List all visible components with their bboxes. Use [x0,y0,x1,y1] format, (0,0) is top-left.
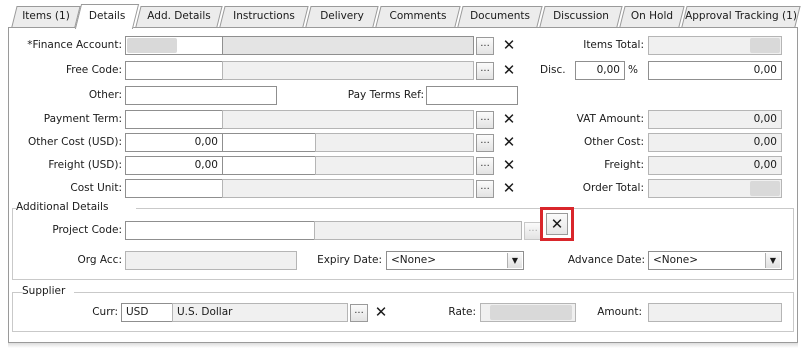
other-field[interactable] [125,86,277,105]
currency-code-field[interactable]: USD [121,303,173,322]
other-cost-clear-icon[interactable]: ✕ [500,133,518,151]
freight-description-field [315,156,474,175]
payment-term-label: Payment Term: [43,113,122,125]
other-cost-total-field: 0,00 [648,133,782,152]
tab-delivery[interactable]: Delivery [305,6,379,27]
cost-unit-field[interactable] [125,179,223,198]
org-acc-label: Org Acc: [77,254,122,266]
cost-unit-clear-icon[interactable]: ✕ [500,179,518,197]
amount-label: Amount: [597,306,642,318]
freight-usd-label: Freight (USD): [48,159,122,171]
tab-comments[interactable]: Comments [375,6,461,27]
finance-account-lookup-button[interactable]: ... [476,37,494,55]
project-code-label: Project Code: [52,224,122,236]
disc-percent-field[interactable]: 0,00 [575,61,625,80]
other-cost-description-field [315,133,474,152]
pay-terms-ref-label: Pay Terms Ref: [347,89,424,101]
pay-terms-ref-field[interactable] [426,86,518,105]
tab-add-details[interactable]: Add. Details [135,6,223,27]
cost-unit-lookup-button[interactable]: ... [476,180,494,198]
disc-amount-field[interactable]: 0,00 [648,61,782,80]
free-code-label: Free Code: [65,64,122,76]
vat-amount-field: 0,00 [648,110,782,129]
rate-redacted [490,305,572,320]
tab-documents[interactable]: Documents [457,6,543,27]
expiry-date-dropdown[interactable]: <None> ▼ [386,251,524,270]
advance-date-value: <None> [653,254,698,266]
free-code-field[interactable] [125,61,223,80]
tab-on-hold[interactable]: On Hold [619,6,685,27]
free-code-lookup-button[interactable]: ... [476,62,494,80]
chevron-down-icon[interactable]: ▼ [765,253,780,268]
payment-term-description-field [222,110,474,129]
project-code-field[interactable] [125,221,315,240]
items-total-redacted [750,38,780,53]
payment-term-clear-icon[interactable]: ✕ [500,110,518,128]
percent-sign: % [628,64,638,76]
other-cost-usd-label: Other Cost (USD): [28,136,122,148]
freight-total-label: Freight: [604,159,644,171]
free-code-description-field [222,61,474,80]
amount-field [648,303,782,322]
expiry-date-label: Expiry Date: [317,254,382,266]
project-code-description-field [314,221,522,240]
tab-approval-tracking[interactable]: Approval Tracking (1) [681,6,801,27]
project-code-clear-highlight[interactable]: ✕ [540,207,574,241]
finance-account-clear-icon[interactable]: ✕ [500,36,518,54]
freight-code-field[interactable] [222,156,316,175]
curr-label: Curr: [92,306,118,318]
advance-date-label: Advance Date: [567,254,645,266]
order-total-label: Order Total: [582,182,644,194]
other-label: Other: [88,89,122,101]
payment-term-lookup-button[interactable]: ... [476,111,494,129]
finance-account-code-redacted [127,38,177,53]
tab-instructions[interactable]: Instructions [219,6,309,27]
payment-term-field[interactable] [125,110,223,129]
vat-amount-label: VAT Amount: [576,113,644,125]
additional-details-title: Additional Details [16,198,136,216]
order-total-redacted [750,181,780,196]
items-total-label: Items Total: [583,39,644,51]
other-cost-lookup-button[interactable]: ... [476,134,494,152]
finance-account-description-field [222,36,474,55]
free-code-clear-icon[interactable]: ✕ [500,61,518,79]
currency-name-field: U.S. Dollar [172,303,348,322]
currency-clear-icon[interactable]: ✕ [372,303,390,321]
tab-items[interactable]: Items (1) [11,6,81,27]
advance-date-dropdown[interactable]: <None> ▼ [648,251,782,270]
tab-details[interactable]: Details [74,4,140,29]
supplier-title: Supplier [22,282,74,300]
disc-label: Disc. [540,64,566,76]
cost-unit-label: Cost Unit: [70,182,122,194]
currency-lookup-button[interactable]: ... [350,304,368,322]
freight-total-field: 0,00 [648,156,782,175]
freight-usd-field[interactable]: 0,00 [125,156,223,175]
freight-clear-icon[interactable]: ✕ [500,156,518,174]
other-cost-usd-field[interactable]: 0,00 [125,133,223,152]
org-acc-field [125,251,297,270]
chevron-down-icon[interactable]: ▼ [507,253,522,268]
tab-discussion[interactable]: Discussion [539,6,623,27]
rate-label: Rate: [448,306,476,318]
other-cost-total-label: Other Cost: [583,136,644,148]
finance-account-label: *Finance Account: [27,39,122,51]
expiry-date-value: <None> [391,254,436,266]
freight-lookup-button[interactable]: ... [476,157,494,175]
cost-unit-description-field [222,179,474,198]
project-code-clear-icon[interactable]: ✕ [546,213,568,235]
other-cost-code-field[interactable] [222,133,316,152]
